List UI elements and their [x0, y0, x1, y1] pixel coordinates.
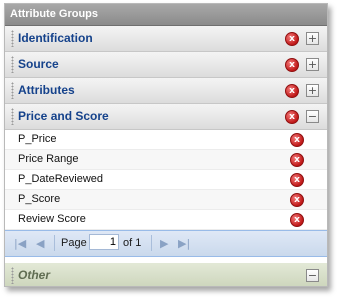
prev-page-icon[interactable]: ◀ [36, 237, 44, 250]
delete-icon[interactable]: x [290, 153, 304, 167]
list-item[interactable]: P_Score x [5, 190, 327, 210]
page-number-input[interactable] [89, 234, 119, 250]
group-identification[interactable]: Identification x + [5, 26, 327, 52]
drag-grip-icon[interactable] [11, 82, 14, 99]
group-title[interactable]: Source [18, 52, 59, 77]
delete-icon[interactable]: x [285, 58, 299, 72]
drag-grip-icon[interactable] [11, 108, 14, 125]
drag-grip-icon[interactable] [11, 56, 14, 73]
list-item[interactable]: P_DateReviewed x [5, 170, 327, 190]
delete-icon[interactable]: x [290, 133, 304, 147]
expand-button[interactable]: + [306, 84, 319, 97]
page-count-label: of 1 [123, 237, 142, 249]
attribute-name: Price Range [18, 153, 79, 165]
pagination-toolbar: |◀ ◀ Page of 1 ▶ ▶| [5, 230, 327, 257]
group-other[interactable]: Other − [5, 263, 327, 286]
expand-button[interactable]: + [306, 32, 319, 45]
group-attributes[interactable]: Attributes x + [5, 78, 327, 104]
first-page-icon[interactable]: |◀ [14, 237, 26, 250]
group-title[interactable]: Identification [18, 26, 93, 51]
attribute-groups-panel: Attribute Groups Identification x + Sour… [4, 3, 328, 287]
attribute-name: Review Score [18, 213, 86, 225]
attribute-name: P_Score [18, 193, 61, 205]
panel-title: Attribute Groups [5, 4, 327, 26]
last-page-icon[interactable]: ▶| [178, 237, 190, 250]
delete-icon[interactable]: x [290, 213, 304, 227]
list-item[interactable]: Review Score x [5, 210, 327, 230]
delete-icon[interactable]: x [285, 84, 299, 98]
group-title[interactable]: Other [18, 263, 50, 286]
toolbar-separator [151, 235, 152, 251]
collapse-button[interactable]: − [306, 110, 319, 123]
toolbar-separator [54, 235, 55, 251]
list-item[interactable]: Price Range x [5, 150, 327, 170]
delete-icon[interactable]: x [290, 193, 304, 207]
group-title[interactable]: Price and Score [18, 104, 109, 129]
expand-button[interactable]: + [306, 58, 319, 71]
group-title[interactable]: Attributes [18, 78, 75, 103]
collapse-button[interactable]: − [306, 269, 319, 282]
list-item[interactable]: P_Price x [5, 130, 327, 150]
attribute-list: P_Price x Price Range x P_DateReviewed x… [5, 130, 327, 230]
delete-icon[interactable]: x [285, 110, 299, 124]
attribute-name: P_DateReviewed [18, 173, 103, 185]
group-source[interactable]: Source x + [5, 52, 327, 78]
delete-icon[interactable]: x [285, 32, 299, 46]
next-page-icon[interactable]: ▶ [160, 237, 168, 250]
delete-icon[interactable]: x [290, 173, 304, 187]
drag-grip-icon[interactable] [11, 30, 14, 47]
attribute-name: P_Price [18, 133, 57, 145]
drag-grip-icon[interactable] [11, 267, 14, 284]
group-price-and-score[interactable]: Price and Score x − [5, 104, 327, 130]
page-label: Page [61, 237, 87, 249]
